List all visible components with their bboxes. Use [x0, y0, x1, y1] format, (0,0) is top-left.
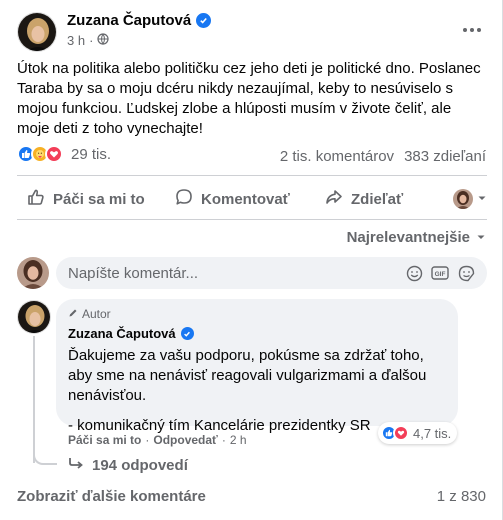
- sticker-icon[interactable]: [457, 264, 475, 282]
- divider: [17, 219, 487, 220]
- like-button-label: Páči sa mi to: [53, 190, 145, 208]
- comment-reactions[interactable]: 4,7 tis.: [378, 422, 458, 444]
- comment-time[interactable]: 2 h: [230, 433, 247, 447]
- share-button-label: Zdieľať: [351, 190, 404, 208]
- separator-dot: ·: [221, 433, 226, 447]
- post-meta: 3 h ·: [67, 33, 110, 48]
- author-avatar[interactable]: [17, 12, 57, 52]
- verified-badge-icon: [180, 327, 194, 340]
- reply-arrow-icon: [68, 456, 84, 474]
- comment-actions: Páči sa mi to · Odpovedať · 2 h: [68, 433, 247, 447]
- post-text: Útok na politika alebo političku cez jeh…: [17, 60, 481, 137]
- post-stats: 2 tis. komentárov 383 zdieľaní: [280, 148, 486, 165]
- gif-icon[interactable]: GIF: [431, 264, 449, 282]
- replies-label: 194 odpovedí: [92, 456, 188, 474]
- post-card: Zuzana Čaputová 3 h · Útok na politika a…: [0, 0, 503, 520]
- verified-badge-icon: [196, 13, 212, 28]
- meta-dot: ·: [89, 33, 94, 48]
- view-replies-link[interactable]: 194 odpovedí: [68, 456, 188, 474]
- reactions-summary[interactable]: 29 tis.: [17, 145, 111, 163]
- thread-line: [33, 336, 35, 463]
- comment-input[interactable]: Napíšte komentár... GIF: [56, 257, 487, 289]
- comment-reply-button[interactable]: Odpovedať: [153, 433, 217, 447]
- comment-bubble: Autor Zuzana Čaputová Ďakujeme za vašu p…: [56, 299, 458, 434]
- more-dot-icon: [463, 28, 467, 32]
- share-button[interactable]: Zdieľať: [325, 188, 403, 210]
- comments-count[interactable]: 2 tis. komentárov: [280, 148, 394, 165]
- more-dot-icon: [477, 28, 481, 32]
- comment-bubble-icon: [175, 188, 193, 210]
- love-reaction-icon: [393, 425, 409, 441]
- globe-icon: [97, 33, 110, 48]
- author-name[interactable]: Zuzana Čaputová: [67, 12, 191, 29]
- comment-pager: 1 z 830: [436, 488, 486, 505]
- svg-text:GIF: GIF: [435, 271, 446, 278]
- author-name-row[interactable]: Zuzana Čaputová: [67, 12, 212, 29]
- shares-count[interactable]: 383 zdieľaní: [404, 148, 486, 165]
- comment-sort-dropdown[interactable]: Najrelevantnejšie: [347, 229, 486, 246]
- thumbs-up-icon: [27, 188, 45, 210]
- comment-reaction-count: 4,7 tis.: [413, 425, 452, 441]
- separator-dot: ·: [145, 433, 150, 447]
- comment-like-button[interactable]: Páči sa mi to: [68, 433, 141, 447]
- reaction-count[interactable]: 29 tis.: [71, 146, 111, 163]
- chevron-down-icon: [476, 229, 486, 246]
- author-badge: Autor: [68, 307, 446, 321]
- sort-label: Najrelevantnejšie: [346, 229, 470, 246]
- share-arrow-icon: [325, 188, 343, 210]
- reactor-selector[interactable]: [453, 189, 487, 209]
- thread-connector: [33, 449, 57, 465]
- composer-icons: GIF: [405, 264, 475, 282]
- view-more-comments-link[interactable]: Zobraziť ďalšie komentáre: [17, 488, 206, 505]
- comment-input-placeholder: Napíšte komentár...: [68, 264, 199, 282]
- user-avatar[interactable]: [17, 257, 49, 289]
- pen-icon: [68, 307, 78, 321]
- more-dot-icon: [470, 28, 474, 32]
- post-actions: Páči sa mi to Komentovať Zdieľať: [17, 183, 487, 215]
- caret-down-icon: [477, 190, 487, 208]
- comment-button-label: Komentovať: [201, 190, 290, 208]
- love-reaction-icon: [45, 145, 63, 163]
- post-time[interactable]: 3 h: [67, 33, 85, 48]
- comment-button[interactable]: Komentovať: [175, 188, 290, 210]
- divider: [17, 175, 487, 176]
- more-options-button[interactable]: [460, 18, 484, 42]
- author-badge-label: Autor: [82, 307, 111, 321]
- commenter-avatar[interactable]: [17, 300, 51, 334]
- comment-author[interactable]: Zuzana Čaputová: [68, 326, 176, 341]
- comment-text: Ďakujeme za vašu podporu, pokúsme sa zdr…: [68, 347, 427, 404]
- comment-author-row: Zuzana Čaputová: [68, 326, 446, 341]
- like-button[interactable]: Páči sa mi to: [27, 188, 145, 210]
- emoji-icon[interactable]: [405, 264, 423, 282]
- user-avatar: [453, 189, 473, 209]
